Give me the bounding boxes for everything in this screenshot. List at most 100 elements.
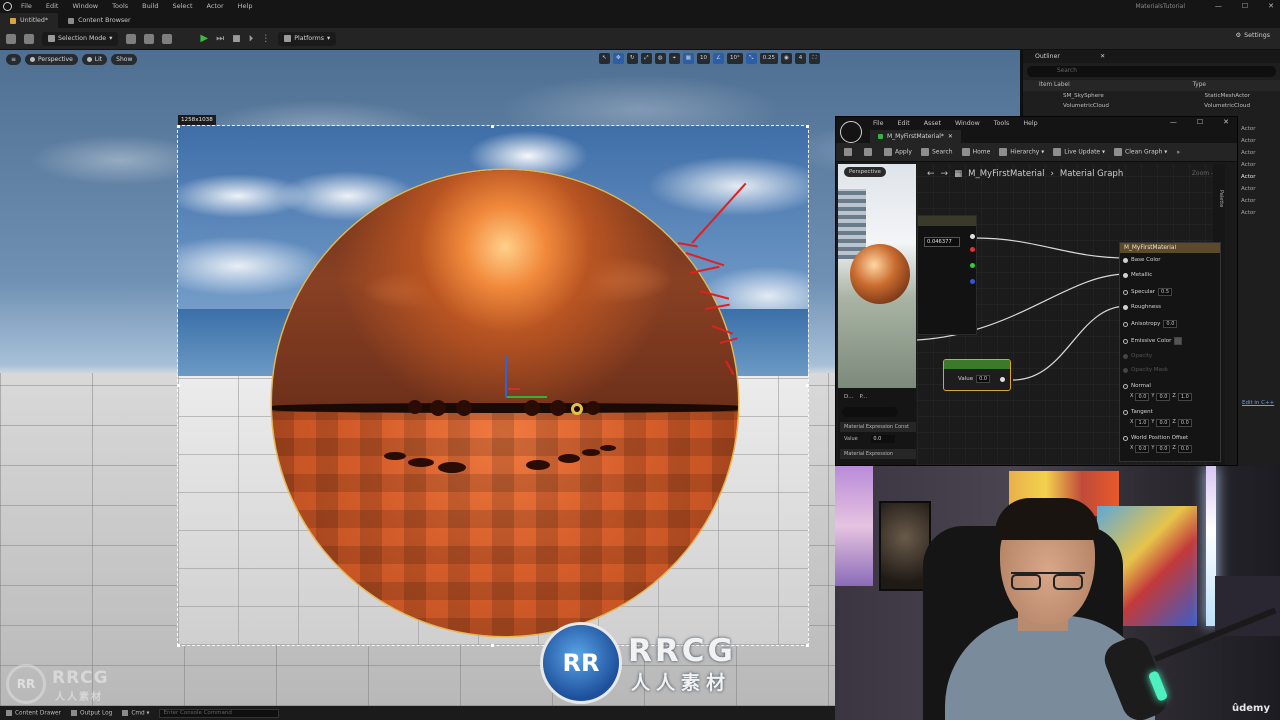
live-update-button[interactable]: Live Update ▾ bbox=[1053, 148, 1105, 156]
frame-handle[interactable] bbox=[806, 644, 809, 647]
pin-default-value[interactable]: 0.5 bbox=[1158, 288, 1172, 296]
me-menu-file[interactable]: File bbox=[866, 120, 891, 127]
camera-speed-value[interactable]: 4 bbox=[795, 53, 806, 64]
save-icon[interactable] bbox=[844, 148, 852, 156]
output-pin-g-icon[interactable] bbox=[970, 263, 975, 268]
me-minimize-button[interactable]: — bbox=[1170, 118, 1177, 126]
camera-speed-icon[interactable]: ◉ bbox=[781, 53, 792, 64]
constant-node-value[interactable]: 0.046377 bbox=[924, 237, 960, 247]
toolbar-overflow-icon[interactable]: » bbox=[1176, 149, 1180, 156]
pin-specular[interactable]: Specular 0.5 bbox=[1123, 288, 1172, 296]
frame-handle[interactable] bbox=[806, 125, 809, 128]
wpo-z-input[interactable]: 0.0 bbox=[1177, 445, 1192, 453]
me-menu-tools[interactable]: Tools bbox=[987, 120, 1017, 127]
scale-snap-value[interactable]: 0.25 bbox=[759, 53, 778, 64]
home-button[interactable]: Home bbox=[961, 148, 990, 156]
content-drawer-button[interactable]: Content Drawer bbox=[6, 709, 61, 716]
pin-metallic[interactable]: Metallic bbox=[1123, 272, 1152, 278]
launch-icon[interactable]: ⏵ bbox=[249, 34, 254, 44]
apply-button[interactable]: Apply bbox=[884, 148, 912, 156]
pin-base-color[interactable]: Base Color bbox=[1123, 257, 1161, 263]
select-tool-icon[interactable]: ↖ bbox=[598, 53, 610, 64]
tab-close-icon[interactable]: ✕ bbox=[948, 133, 953, 140]
scalar-parameter-node[interactable]: Value 0.0 bbox=[943, 359, 1011, 391]
outliner-search-input[interactable]: Search bbox=[1027, 66, 1276, 77]
rotation-snap-icon[interactable]: ∠ bbox=[713, 53, 724, 64]
lit-button[interactable]: Lit bbox=[81, 53, 108, 65]
menu-help[interactable]: Help bbox=[231, 0, 260, 13]
output-pin-icon[interactable] bbox=[1000, 377, 1005, 382]
material-result-node[interactable]: M_MyFirstMaterial Base Color Metallic Sp… bbox=[1119, 242, 1221, 462]
pin-emissive-color[interactable]: Emissive Color bbox=[1123, 337, 1183, 345]
scale-tool-icon[interactable]: ⤢ bbox=[640, 53, 652, 64]
rotation-snap-value[interactable]: 10° bbox=[727, 53, 743, 64]
constant-node[interactable]: 0.046377 bbox=[917, 215, 977, 335]
platforms-button[interactable]: Platforms ▾ bbox=[278, 31, 337, 46]
material-graph-canvas[interactable]: ← → ▦ M_MyFirstMaterial › Material Graph… bbox=[917, 164, 1225, 465]
viewport-options-button[interactable]: ≡ bbox=[6, 53, 22, 65]
minimize-button[interactable]: — bbox=[1215, 0, 1222, 13]
rotate-tool-icon[interactable]: ↻ bbox=[626, 53, 638, 64]
browse-icon[interactable] bbox=[864, 148, 872, 156]
me-maximize-button[interactable]: ☐ bbox=[1197, 118, 1203, 126]
pin-roughness[interactable]: Roughness bbox=[1123, 304, 1161, 310]
cinematics-icon[interactable] bbox=[162, 33, 173, 44]
hierarchy-button[interactable]: Hierarchy ▾ bbox=[999, 148, 1044, 156]
tab-content-browser[interactable]: Content Browser bbox=[58, 13, 141, 28]
menu-select[interactable]: Select bbox=[165, 0, 199, 13]
more-icon[interactable]: ⋮ bbox=[261, 34, 270, 44]
tangent-z-input[interactable]: 0.0 bbox=[1177, 419, 1192, 427]
col-item-label[interactable]: Item Label bbox=[1039, 80, 1070, 91]
blueprint-icon[interactable] bbox=[144, 33, 155, 44]
menu-edit[interactable]: Edit bbox=[39, 0, 66, 13]
tab-details[interactable]: D... bbox=[844, 391, 853, 403]
details-category-expression[interactable]: Material Expression bbox=[840, 449, 916, 459]
output-pin-b-icon[interactable] bbox=[970, 279, 975, 284]
wpo-x-input[interactable]: 0.0 bbox=[1135, 445, 1150, 453]
tab-untitled[interactable]: Untitled* bbox=[0, 13, 59, 28]
normal-x-input[interactable]: 0.0 bbox=[1135, 393, 1150, 401]
frame-handle[interactable] bbox=[177, 125, 180, 128]
frame-handle[interactable] bbox=[491, 644, 494, 647]
play-icon[interactable]: ▶ bbox=[200, 33, 208, 44]
menu-tools[interactable]: Tools bbox=[105, 0, 135, 13]
menu-file[interactable]: File bbox=[14, 0, 39, 13]
step-icon[interactable]: ⏭ bbox=[216, 34, 224, 44]
console-command-input[interactable]: Enter Console Command bbox=[159, 708, 280, 718]
details-search-input[interactable] bbox=[842, 407, 898, 417]
grid-snap-value[interactable]: 10 bbox=[697, 53, 710, 64]
outliner-tab[interactable]: Outliner ✕ bbox=[1023, 50, 1280, 63]
gizmo-y-axis[interactable] bbox=[508, 388, 520, 390]
frame-handle[interactable] bbox=[806, 384, 809, 387]
tangent-x-input[interactable]: 1.0 bbox=[1135, 419, 1150, 427]
pin-tangent[interactable]: Tangent bbox=[1123, 409, 1153, 415]
me-menu-edit[interactable]: Edit bbox=[891, 120, 917, 127]
me-menu-help[interactable]: Help bbox=[1016, 120, 1044, 127]
menu-actor[interactable]: Actor bbox=[200, 0, 231, 13]
unreal-logo-icon[interactable] bbox=[0, 0, 14, 13]
gizmo-z-axis[interactable] bbox=[505, 356, 507, 398]
perspective-button[interactable]: Perspective bbox=[25, 53, 78, 65]
details-category-constant[interactable]: Material Expression Const bbox=[840, 422, 916, 432]
frame-handle[interactable] bbox=[177, 644, 180, 647]
actor-pivot-icon[interactable] bbox=[571, 403, 583, 415]
col-type[interactable]: Type bbox=[1193, 80, 1206, 91]
output-pin-icon[interactable] bbox=[970, 234, 975, 239]
surface-snap-icon[interactable]: ⌖ bbox=[668, 53, 680, 64]
wpo-y-input[interactable]: 0.0 bbox=[1156, 445, 1171, 453]
stop-icon[interactable]: ■ bbox=[232, 34, 241, 44]
tab-m-myfirstmaterial[interactable]: M_MyFirstMaterial* ✕ bbox=[870, 130, 961, 143]
pin-anisotropy[interactable]: Anisotropy 0.0 bbox=[1123, 320, 1178, 328]
material-preview-viewport[interactable] bbox=[838, 164, 916, 388]
settings-button[interactable]: ⚙ Settings bbox=[1236, 32, 1270, 39]
selection-mode-button[interactable]: Selection Mode ▾ bbox=[42, 31, 119, 46]
search-button[interactable]: Search bbox=[920, 148, 953, 156]
frame-handle[interactable] bbox=[177, 384, 180, 387]
normal-z-input[interactable]: 1.0 bbox=[1177, 393, 1192, 401]
preview-perspective-button[interactable]: Perspective bbox=[844, 167, 886, 177]
output-log-button[interactable]: Output Log bbox=[71, 709, 112, 716]
maximize-viewport-icon[interactable]: ⛶ bbox=[809, 53, 820, 64]
cmd-dropdown[interactable]: Cmd ▾ bbox=[122, 709, 149, 716]
pin-default-value[interactable]: 0.0 bbox=[1163, 320, 1178, 328]
tangent-y-input[interactable]: 0.0 bbox=[1156, 419, 1171, 427]
